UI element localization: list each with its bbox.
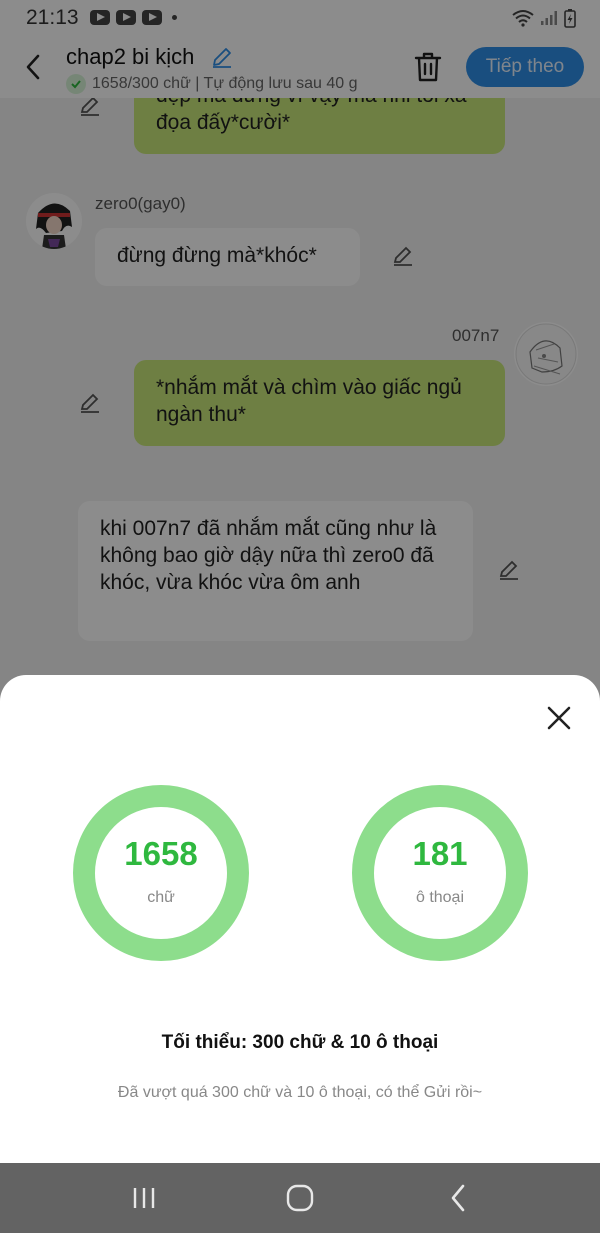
minimum-requirement: Tối thiểu: 300 chữ & 10 ô thoại xyxy=(161,1032,439,1053)
words-ring: 1658 chữ xyxy=(73,785,249,961)
recent-apps-button[interactable] xyxy=(128,1183,160,1213)
back-icon xyxy=(451,1184,465,1212)
close-icon xyxy=(547,706,571,730)
requirement-status: Đã vượt quá 300 chữ và 10 ô thoại, có th… xyxy=(117,1084,483,1101)
word-count-sheet: 1658 chữ 181 ô thoại Tối thiểu: 300 chữ … xyxy=(0,675,600,1163)
recent-apps-icon xyxy=(133,1188,155,1208)
back-nav-button[interactable] xyxy=(442,1183,474,1213)
dialog-count: 181 xyxy=(412,835,468,872)
words-label: chữ xyxy=(147,889,175,906)
close-button[interactable] xyxy=(544,703,574,733)
home-button[interactable] xyxy=(284,1183,316,1213)
dialog-label: ô thoại xyxy=(415,889,465,906)
home-icon xyxy=(286,1184,314,1212)
words-count: 1658 xyxy=(124,835,198,872)
system-navigation-bar xyxy=(0,1163,600,1233)
dialog-ring: 181 ô thoại xyxy=(352,785,528,961)
